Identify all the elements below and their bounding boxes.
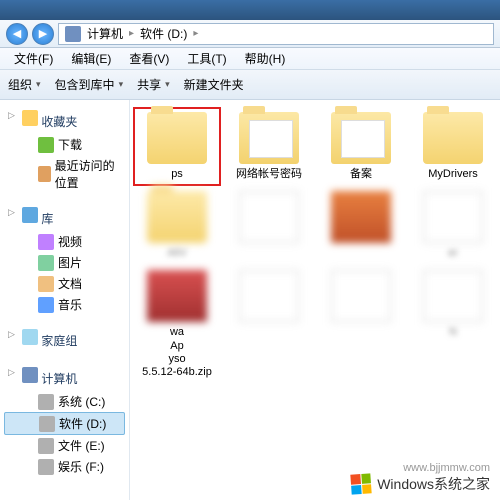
sidebar-item-recent[interactable]: 最近访问的位置 xyxy=(4,155,125,193)
video-icon xyxy=(38,234,54,250)
archive-icon xyxy=(147,270,207,322)
include-button[interactable]: 包含到库中▾ xyxy=(55,76,124,93)
file-item[interactable] xyxy=(230,270,308,379)
file-item[interactable]: er xyxy=(414,191,492,260)
chevron-down-icon: ▾ xyxy=(119,79,124,90)
folder-ps[interactable]: ps xyxy=(138,112,216,181)
file-list: ps 网络帐号密码 备案 MyDrivers AliV er wa Ap yso… xyxy=(130,100,500,500)
folder-icon xyxy=(147,191,207,243)
watermark-url: www.bjjmmw.com xyxy=(403,462,490,474)
sidebar-drive-c[interactable]: 系统 (C:) xyxy=(4,391,125,412)
breadcrumb[interactable]: 计算机 ▸ 软件 (D:) ▸ xyxy=(58,23,494,45)
chevron-down-icon: ▾ xyxy=(165,79,170,90)
document-icon xyxy=(38,276,54,292)
computer-icon xyxy=(65,26,81,42)
sidebar-item-music[interactable]: 音乐 xyxy=(4,294,125,315)
chevron-right-icon: ▸ xyxy=(129,28,134,39)
toolbar: 组织▾ 包含到库中▾ 共享▾ 新建文件夹 xyxy=(0,70,500,100)
crumb-computer[interactable]: 计算机 xyxy=(87,25,123,42)
sidebar-drive-d[interactable]: 软件 (D:) xyxy=(4,412,125,435)
drive-icon xyxy=(38,394,54,410)
sidebar-item-documents[interactable]: 文档 xyxy=(4,273,125,294)
file-item[interactable] xyxy=(230,191,308,260)
file-item[interactable]: AliV xyxy=(138,191,216,260)
sidebar-computer[interactable]: 计算机 xyxy=(4,365,125,391)
sidebar-drive-e[interactable]: 文件 (E:) xyxy=(4,435,125,456)
address-bar: ◀ ▶ 计算机 ▸ 软件 (D:) ▸ xyxy=(0,20,500,48)
chevron-down-icon: ▾ xyxy=(36,79,41,90)
share-button[interactable]: 共享▾ xyxy=(137,76,170,93)
drive-icon xyxy=(38,438,54,454)
folder-icon xyxy=(239,112,299,164)
recent-icon xyxy=(38,166,51,182)
sidebar-drive-f[interactable]: 娱乐 (F:) xyxy=(4,456,125,477)
library-icon xyxy=(22,207,38,223)
new-folder-button[interactable]: 新建文件夹 xyxy=(184,76,244,93)
sidebar-item-downloads[interactable]: 下载 xyxy=(4,134,125,155)
file-icon xyxy=(239,191,299,243)
folder-network-pwd[interactable]: 网络帐号密码 xyxy=(230,112,308,181)
windows-logo-icon xyxy=(351,473,372,494)
file-icon xyxy=(331,191,391,243)
file-zip[interactable]: wa Ap yso 5.5.12-64b.zip xyxy=(138,270,216,379)
star-icon xyxy=(22,110,38,126)
sidebar-favorites[interactable]: 收藏夹 xyxy=(4,108,125,134)
folder-mydrivers[interactable]: MyDrivers xyxy=(414,112,492,181)
back-button[interactable]: ◀ xyxy=(6,23,28,45)
file-icon xyxy=(239,270,299,322)
folder-beian[interactable]: 备案 xyxy=(322,112,400,181)
organize-button[interactable]: 组织▾ xyxy=(8,76,41,93)
watermark: Windows系统之家 xyxy=(351,474,490,494)
sidebar-item-pictures[interactable]: 图片 xyxy=(4,252,125,273)
file-item[interactable] xyxy=(322,270,400,379)
file-item[interactable] xyxy=(322,191,400,260)
sidebar: 收藏夹 下载 最近访问的位置 库 视频 图片 文档 音乐 家庭组 计算机 系统 … xyxy=(0,100,130,500)
drive-icon xyxy=(38,459,54,475)
sidebar-homegroup[interactable]: 家庭组 xyxy=(4,327,125,353)
file-item[interactable]: N xyxy=(414,270,492,379)
picture-icon xyxy=(38,255,54,271)
menu-view[interactable]: 查看(V) xyxy=(121,48,177,69)
menu-file[interactable]: 文件(F) xyxy=(6,48,61,69)
homegroup-icon xyxy=(22,329,38,345)
drive-icon xyxy=(39,416,55,432)
sidebar-libraries[interactable]: 库 xyxy=(4,205,125,231)
folder-icon xyxy=(423,112,483,164)
download-icon xyxy=(38,137,54,153)
crumb-drive[interactable]: 软件 (D:) xyxy=(140,25,187,42)
music-icon xyxy=(38,297,54,313)
menu-help[interactable]: 帮助(H) xyxy=(237,48,294,69)
file-icon xyxy=(423,191,483,243)
folder-icon xyxy=(331,112,391,164)
menu-tools[interactable]: 工具(T) xyxy=(179,48,234,69)
chevron-right-icon: ▸ xyxy=(193,28,198,39)
forward-button[interactable]: ▶ xyxy=(32,23,54,45)
menu-bar: 文件(F) 编辑(E) 查看(V) 工具(T) 帮助(H) xyxy=(0,48,500,70)
file-icon xyxy=(423,270,483,322)
sidebar-item-videos[interactable]: 视频 xyxy=(4,231,125,252)
menu-edit[interactable]: 编辑(E) xyxy=(63,48,119,69)
folder-icon xyxy=(147,112,207,164)
window-titlebar xyxy=(0,0,500,20)
file-icon xyxy=(331,270,391,322)
computer-icon xyxy=(22,367,38,383)
